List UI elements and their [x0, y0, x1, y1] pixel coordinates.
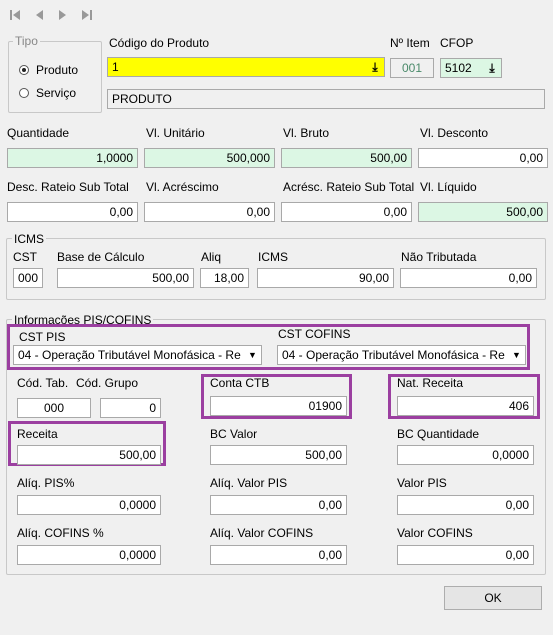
- vl-bruto-field[interactable]: 500,00: [281, 148, 412, 168]
- valor-cofins-field[interactable]: 0,00: [397, 545, 534, 565]
- acresc-rateio-label: Acrésc. Rateio Sub Total: [283, 180, 415, 194]
- aliq-valor-cofins-label: Alíq. Valor COFINS: [210, 526, 314, 540]
- icms-aliq-field[interactable]: 18,00: [200, 268, 249, 288]
- valor-pis-field[interactable]: 0,00: [397, 495, 534, 515]
- cst-pis-select[interactable]: 04 - Operação Tributável Monofásica - Re…: [13, 345, 262, 365]
- radio-produto[interactable]: [19, 65, 29, 75]
- download-arrow-icon[interactable]: ⤓: [368, 59, 382, 75]
- nat-receita-field[interactable]: 406: [397, 396, 534, 416]
- cst-pis-chevron-down-icon[interactable]: ▼: [245, 347, 260, 363]
- nat-receita-label: Nat. Receita: [397, 376, 464, 390]
- cod-tab-label: Cód. Tab.: [17, 376, 69, 390]
- aliq-pis-field[interactable]: 0,0000: [17, 495, 161, 515]
- base-calculo-label: Base de Cálculo: [57, 250, 145, 264]
- acresc-rateio-field[interactable]: 0,00: [281, 202, 412, 222]
- aliq-valor-pis-field[interactable]: 0,00: [210, 495, 347, 515]
- receita-label: Receita: [17, 427, 58, 441]
- tipo-group-title: Tipo: [13, 34, 40, 48]
- aliq-valor-cofins-field[interactable]: 0,00: [210, 545, 347, 565]
- quantidade-label: Quantidade: [7, 126, 70, 140]
- vl-unitario-label: Vl. Unitário: [146, 126, 205, 140]
- cod-grupo-label: Cód. Grupo: [76, 376, 139, 390]
- vl-liquido-label: Vl. Líquido: [420, 180, 477, 194]
- previous-record-icon[interactable]: [32, 8, 46, 22]
- cst-cofins-select[interactable]: 04 - Operação Tributável Monofásica - Re…: [277, 345, 526, 365]
- valor-cofins-label: Valor COFINS: [397, 526, 473, 540]
- vl-liquido-field: 500,00: [418, 202, 548, 222]
- cfop-label: CFOP: [440, 36, 474, 50]
- cfop-field[interactable]: 5102 ⤓: [440, 58, 502, 78]
- receita-field[interactable]: 500,00: [17, 445, 161, 465]
- vl-acrescimo-label: Vl. Acréscimo: [146, 180, 219, 194]
- nao-tributada-label: Não Tributada: [401, 250, 477, 264]
- quantidade-field[interactable]: 1,0000: [7, 148, 138, 168]
- icms-valor-field[interactable]: 90,00: [257, 268, 394, 288]
- bc-quantidade-label: BC Quantidade: [397, 427, 480, 441]
- aliq-pis-label: Alíq. PIS%: [17, 476, 75, 490]
- next-record-icon[interactable]: [56, 8, 70, 22]
- bc-quantidade-field[interactable]: 0,0000: [397, 445, 534, 465]
- first-record-icon[interactable]: [8, 8, 22, 22]
- radio-servico[interactable]: [19, 88, 29, 98]
- cfop-download-arrow-icon[interactable]: ⤓: [485, 60, 499, 76]
- cst-pis-value: 04 - Operação Tributável Monofásica - Re: [18, 348, 241, 362]
- icms-cst-label: CST: [13, 250, 37, 264]
- icms-group-title: ICMS: [12, 232, 46, 246]
- tipo-group: [8, 41, 102, 113]
- produto-descricao-field: PRODUTO: [107, 89, 545, 109]
- bc-valor-label: BC Valor: [210, 427, 258, 441]
- icms-valor-label: ICMS: [258, 250, 288, 264]
- aliq-cofins-field[interactable]: 0,0000: [17, 545, 161, 565]
- codigo-produto-label: Código do Produto: [109, 36, 210, 50]
- conta-ctb-field[interactable]: 01900: [210, 396, 347, 416]
- cst-cofins-value: 04 - Operação Tributável Monofásica - Re: [282, 348, 505, 362]
- cod-grupo-field[interactable]: 0: [100, 398, 161, 418]
- base-calculo-field[interactable]: 500,00: [57, 268, 194, 288]
- cod-tab-field[interactable]: 000: [17, 398, 91, 418]
- desc-rateio-label: Desc. Rateio Sub Total: [7, 180, 129, 194]
- cst-cofins-label: CST COFINS: [278, 327, 351, 341]
- valor-pis-label: Valor PIS: [397, 476, 447, 490]
- aliq-valor-pis-label: Alíq. Valor PIS: [210, 476, 288, 490]
- vl-desconto-label: Vl. Desconto: [420, 126, 489, 140]
- last-record-icon[interactable]: [80, 8, 94, 22]
- cfop-value: 5102: [445, 61, 472, 75]
- vl-desconto-field[interactable]: 0,00: [418, 148, 548, 168]
- icms-aliq-label: Aliq: [201, 250, 222, 264]
- bc-valor-field[interactable]: 500,00: [210, 445, 347, 465]
- radio-servico-label[interactable]: Serviço: [36, 86, 76, 100]
- aliq-cofins-label: Alíq. COFINS %: [17, 526, 104, 540]
- codigo-produto-field[interactable]: 1 ⤓: [107, 57, 385, 77]
- desc-rateio-field[interactable]: 0,00: [7, 202, 138, 222]
- ok-button[interactable]: OK: [444, 586, 542, 610]
- item-label: Nº Item: [390, 36, 430, 50]
- cst-cofins-chevron-down-icon[interactable]: ▼: [509, 347, 524, 363]
- item-field: 001: [390, 58, 434, 78]
- codigo-produto-value: 1: [112, 60, 119, 74]
- nao-tributada-field[interactable]: 0,00: [400, 268, 537, 288]
- icms-cst-field[interactable]: 000: [13, 268, 43, 288]
- conta-ctb-label: Conta CTB: [210, 376, 270, 390]
- vl-bruto-label: Vl. Bruto: [283, 126, 330, 140]
- radio-produto-label[interactable]: Produto: [36, 63, 78, 77]
- vl-acrescimo-field[interactable]: 0,00: [144, 202, 275, 222]
- vl-unitario-field[interactable]: 500,000: [144, 148, 275, 168]
- cst-pis-label: CST PIS: [19, 330, 66, 344]
